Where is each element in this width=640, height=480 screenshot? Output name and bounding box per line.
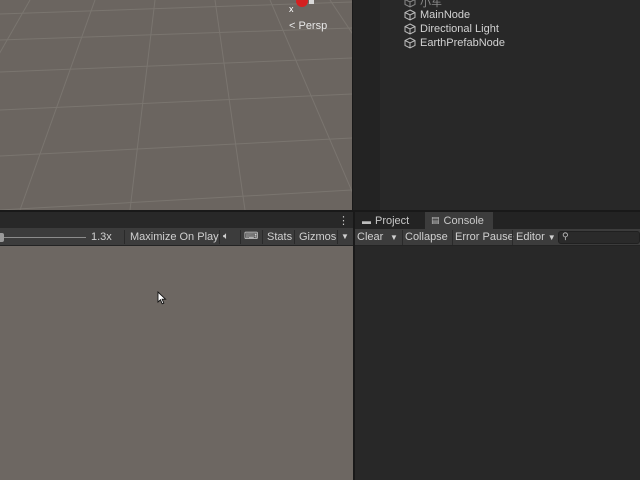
chevron-down-icon: ▼ [547,233,556,242]
hierarchy-item[interactable]: MainNode [404,8,470,22]
stats-button[interactable]: Stats [264,230,295,244]
scale-value: 1.3x [91,231,112,243]
search-icon: ⚲ [562,231,569,241]
editor-label: Editor [516,231,545,243]
clear-options-dropdown-icon[interactable]: ▼ [390,230,398,245]
gameobject-cube-icon [404,37,416,49]
tab-project[interactable]: ▬ Project [359,212,425,229]
gizmo-x-label[interactable]: x [289,4,294,14]
gameobject-cube-icon [404,9,416,21]
splitter-vertical-top[interactable] [352,0,380,210]
mouse-cursor-icon [157,291,167,305]
hierarchy-item-label: Directional Light [420,23,499,35]
folder-icon: ▬ [362,215,371,226]
maximize-on-play-button[interactable]: Maximize On Play [127,230,222,244]
clear-button[interactable]: Clear [357,230,383,245]
scale-slider-handle[interactable] [0,233,4,242]
hierarchy-item-label: EarthPrefabNode [420,37,505,49]
tab-console[interactable]: ▤ Console [425,212,493,229]
projection-toggle[interactable]: < Persp [289,20,327,32]
scale-slider[interactable] [0,237,86,238]
game-tab-bar: ⋮ [0,212,353,228]
tab-label: Console [443,214,484,227]
hierarchy-item-label: MainNode [420,9,471,21]
editor-dropdown[interactable]: Editor ▼ [516,230,556,245]
console-tab-bar: ▬ Project ▤ Console [355,212,640,229]
console-log-area[interactable] [355,246,640,480]
gizmos-dropdown-icon[interactable]: ▼ [341,230,349,244]
game-view[interactable] [0,246,353,480]
hierarchy-item[interactable]: EarthPrefabNode [404,36,505,50]
gizmo-y-axis[interactable] [296,0,308,7]
gizmos-button[interactable]: Gizmos [296,230,339,244]
console-toolbar: Clear ▼ Collapse Error Pause Editor ▼ ⚲ [355,229,640,246]
console-search-field[interactable]: ⚲ [558,231,640,244]
game-toolbar: 1.3x Maximize On Play 🔈︎ ⌨︎ Stats Gizmos… [0,228,353,246]
gameobject-cube-icon [404,0,416,8]
gameobject-cube-icon [404,23,416,35]
scene-view[interactable]: x < Persp [0,0,352,210]
kebab-menu-icon[interactable]: ⋮ [338,214,349,227]
keyboard-icon[interactable]: ⌨︎ [244,230,258,244]
speaker-icon[interactable]: 🔈︎ [223,230,229,244]
clear-label: Clear [357,231,384,243]
tab-label: Project [375,214,410,227]
hierarchy-item[interactable]: Directional Light [404,22,499,36]
collapse-button[interactable]: Collapse [405,230,448,245]
error-pause-button[interactable]: Error Pause [455,230,514,245]
hierarchy-panel: 小车 MainNode Directional Light EarthPrefa… [380,0,640,210]
console-icon: ▤ [431,215,440,225]
